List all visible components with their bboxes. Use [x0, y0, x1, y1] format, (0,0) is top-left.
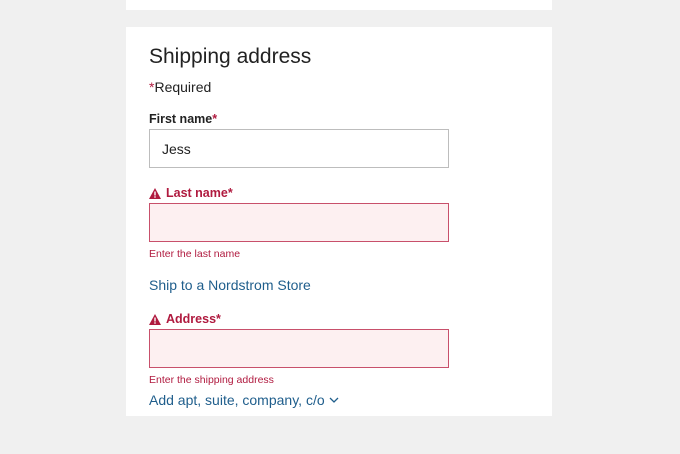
required-asterisk: *: [212, 112, 218, 126]
address-input[interactable]: [149, 329, 449, 368]
last-name-error: Enter the last name: [149, 248, 241, 260]
warning-triangle-icon: [149, 187, 161, 199]
required-note-text: Required: [154, 79, 212, 95]
last-name-label-text: Last name: [166, 186, 228, 200]
warning-triangle-icon: [149, 313, 161, 325]
address-error: Enter the shipping address: [149, 374, 274, 386]
add-apt-link-text: Add apt, suite, company, c/o: [149, 392, 325, 408]
required-asterisk: *: [227, 186, 233, 200]
first-name-input[interactable]: Jess: [149, 129, 449, 168]
last-name-input[interactable]: [149, 203, 449, 242]
add-apt-link[interactable]: Add apt, suite, company, c/o: [149, 392, 339, 408]
chevron-down-icon: [329, 397, 339, 403]
first-name-value: Jess: [162, 140, 191, 157]
last-name-label: Last name *: [149, 186, 233, 200]
address-label-text: Address: [166, 312, 217, 326]
ship-to-store-link[interactable]: Ship to a Nordstrom Store: [149, 277, 311, 293]
first-name-label: First name *: [149, 112, 217, 126]
previous-section-card: [126, 0, 552, 10]
required-asterisk: *: [216, 312, 221, 326]
required-note: *Required: [149, 79, 211, 95]
section-title: Shipping address: [149, 45, 312, 68]
address-label: Address *: [149, 312, 221, 326]
shipping-address-card: Shipping address *Required First name * J…: [126, 27, 552, 416]
first-name-label-text: First name: [149, 112, 213, 126]
